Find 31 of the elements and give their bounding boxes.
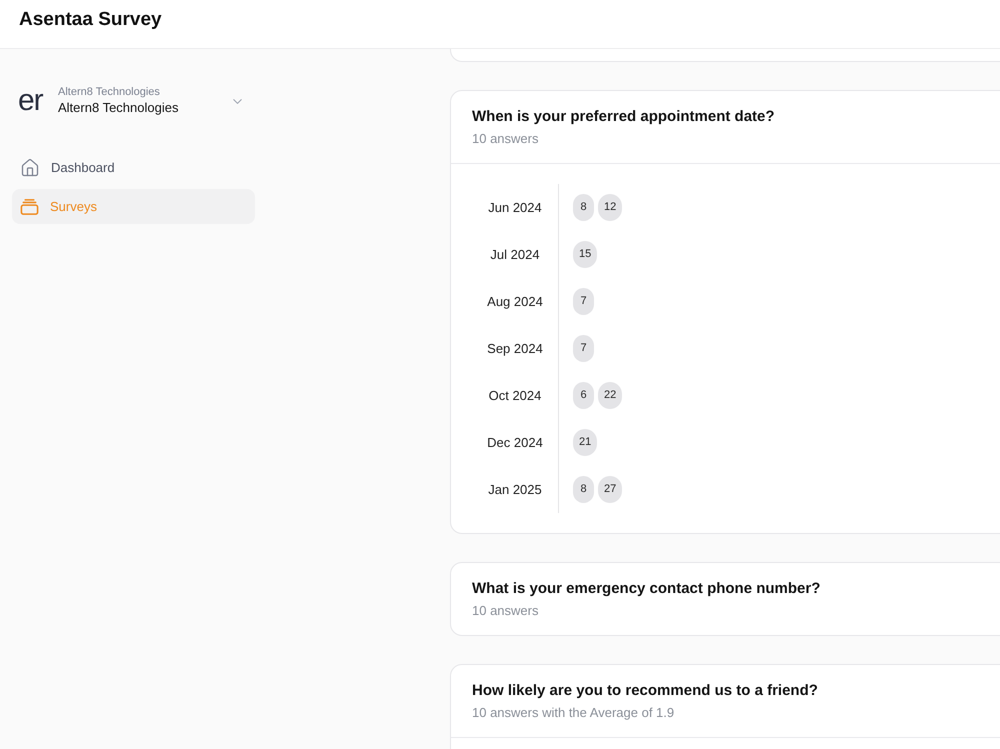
question-title: When is your preferred appointment date?: [472, 107, 775, 127]
month-label: Oct 2024: [488, 386, 542, 405]
answer-summary: 10 answers with the Average of 1.9: [472, 704, 674, 722]
organization-caption: Altern8 Technologies: [58, 85, 161, 99]
day-chip: 8: [573, 194, 594, 221]
stack-icon: [20, 198, 39, 216]
sidebar-item[interactable]: Dashboard: [12, 150, 255, 185]
question-title: How likely are you to recommend us to a friend?: [472, 681, 818, 701]
day-chip: 7: [573, 288, 594, 315]
organization-switcher[interactable]: er Altern8 Technologies Altern8 Technologies: [12, 80, 255, 122]
month-label: Jan 2025: [488, 480, 542, 499]
home-icon: [20, 158, 40, 178]
day-chip: 22: [598, 382, 622, 409]
app-title: Asentaa Survey: [19, 8, 162, 32]
day-chip: 6: [573, 382, 594, 409]
question-title: What is your emergency contact phone number?: [472, 579, 820, 599]
month-label: Dec 2024: [487, 434, 543, 452]
logo-text: er: [18, 85, 44, 117]
day-chip: 21: [573, 429, 598, 456]
day-chip: 8: [573, 476, 594, 503]
day-chip: 27: [598, 476, 622, 503]
day-chip: 12: [598, 194, 622, 221]
answer-summary: 10 answers: [472, 602, 538, 620]
day-chip: 15: [573, 241, 598, 268]
answer-summary: 10 answers: [472, 130, 538, 148]
month-label: Sep 2024: [487, 340, 543, 358]
month-label: Aug 2024: [487, 292, 543, 311]
day-chip: 7: [573, 335, 594, 362]
organization-name: Altern8 Technologies: [58, 99, 180, 117]
month-label: Jul 2024: [490, 246, 540, 264]
month-label: Jun 2024: [488, 198, 542, 217]
